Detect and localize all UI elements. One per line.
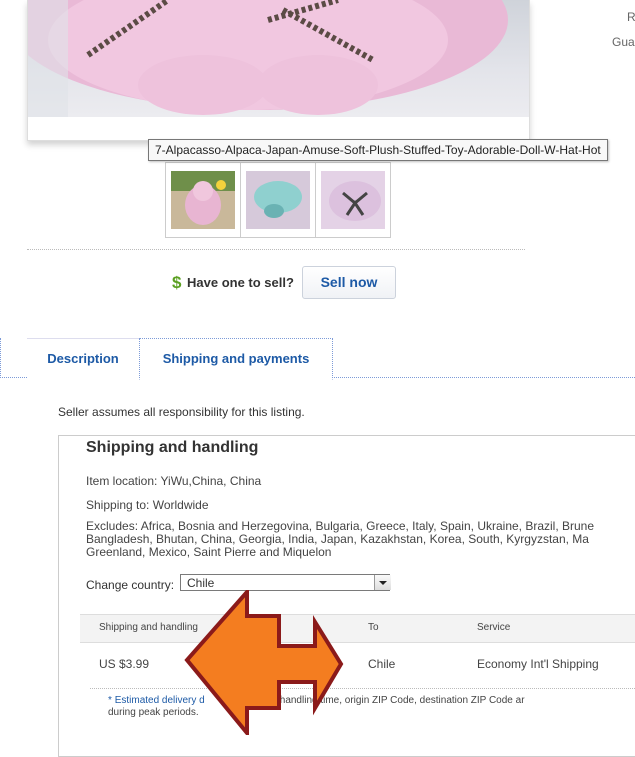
right-column-fragment-guarantee: Gua [612,35,635,49]
excludes-line: Greenland, Mexico, Saint Pierre and Miqu… [86,545,332,559]
thumbnail-2[interactable] [240,162,316,238]
country-select[interactable]: Chile [180,574,390,591]
row-divider [90,688,635,689]
column-header-service: Service [477,622,511,633]
change-country-label: Change country: [86,578,175,592]
chevron-down-icon[interactable] [374,575,391,590]
shipping-destination: Chile [368,657,396,671]
column-header-to: To [368,622,379,633]
shipping-to: Shipping to: Worldwide [86,498,209,512]
double-arrow-icon [175,586,350,740]
excluded-locations: Excludes: Africa, Bosnia and Herzegovina… [86,520,635,559]
right-column-fragment: R [627,10,635,24]
main-product-image[interactable] [27,0,530,141]
tab-shipping-and-payments[interactable]: Shipping and payments [139,338,333,380]
item-location: Item location: YiWu,China, China [86,474,262,488]
shipping-service: Economy Int'l Shipping [477,657,599,671]
shipping-cost: US $3.99 [99,657,150,671]
product-photo [28,0,529,117]
image-tooltip: 7-Alpacasso-Alpaca-Japan-Amuse-Soft-Plus… [148,139,608,161]
sell-now-button[interactable]: Sell now [302,266,396,299]
tab-description[interactable]: Description [27,338,140,379]
divider [27,249,525,250]
sell-prompt: Have one to sell? [187,275,294,290]
footnote-star: * [108,695,112,706]
dollar-icon: $ [172,273,182,292]
seller-responsibility-note: Seller assumes all responsibility for th… [58,405,305,419]
thumbnail-1[interactable] [165,162,241,238]
shipping-title: Shipping and handling [86,439,259,456]
tabs-left-edge [0,338,1,378]
thumbnail-3[interactable] [315,162,391,238]
